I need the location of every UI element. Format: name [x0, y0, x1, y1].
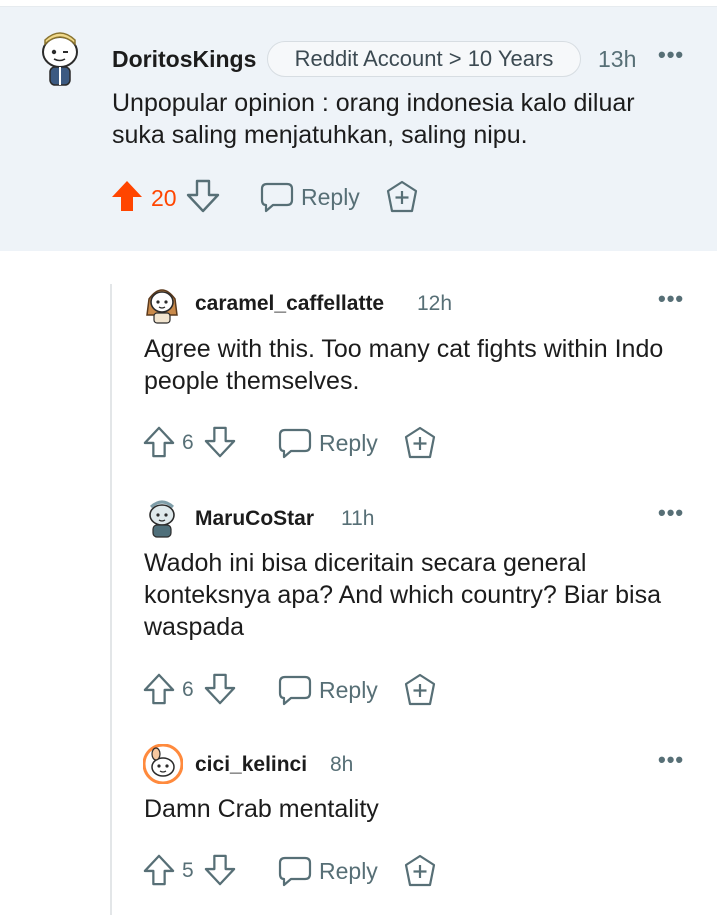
upvote-icon[interactable] [143, 673, 175, 705]
avatar-icon[interactable] [143, 744, 183, 784]
comment-body: Unpopular opinion : orang indonesia kalo… [112, 89, 635, 149]
top-divider [0, 0, 717, 7]
reply-button[interactable]: Reply [278, 671, 388, 711]
downvote-icon[interactable] [204, 673, 236, 705]
reply-label: Reply [301, 184, 360, 210]
vote-score: 5 [182, 859, 194, 882]
award-plus-icon[interactable] [385, 180, 419, 214]
avatar-icon[interactable] [36, 28, 84, 90]
downvote-icon[interactable] [204, 854, 236, 886]
award-plus-icon[interactable] [403, 854, 437, 888]
reply-button[interactable]: Reply [260, 178, 370, 218]
more-options-icon[interactable]: ••• [658, 749, 684, 771]
timestamp[interactable]: 11h [341, 507, 374, 531]
username[interactable]: caramel_caffellatte [195, 292, 384, 316]
user-flair: Reddit Account > 10 Years [267, 41, 581, 77]
username[interactable]: cici_kelinci [195, 753, 307, 777]
comment-body: Wadoh ini bisa diceritain secara general… [144, 549, 661, 641]
username[interactable]: MaruCoStar [195, 507, 314, 531]
comment-body: Agree with this. Too many cat fights wit… [144, 335, 664, 395]
timestamp[interactable]: 13h [598, 46, 636, 73]
reply-button[interactable]: Reply [278, 424, 388, 464]
vote-score: 6 [182, 678, 194, 701]
upvote-icon[interactable] [143, 426, 175, 458]
reply-bubble-icon [278, 428, 312, 459]
avatar-icon[interactable] [143, 497, 181, 539]
reply-label: Reply [319, 430, 378, 456]
more-options-icon[interactable]: ••• [658, 44, 684, 66]
upvote-icon[interactable] [143, 854, 175, 886]
vote-score: 6 [182, 431, 194, 454]
thread-line[interactable] [110, 284, 112, 915]
downvote-icon[interactable] [186, 179, 220, 213]
timestamp[interactable]: 12h [417, 292, 452, 316]
downvote-icon[interactable] [204, 426, 236, 458]
reply-button[interactable]: Reply [278, 852, 388, 892]
comment-body: Damn Crab mentality [144, 795, 379, 823]
reply-bubble-icon [260, 182, 294, 213]
reply-bubble-icon [278, 675, 312, 706]
avatar-icon[interactable] [143, 283, 181, 325]
upvote-icon[interactable] [110, 179, 144, 213]
vote-score: 20 [151, 185, 177, 211]
reply-bubble-icon [278, 856, 312, 887]
award-plus-icon[interactable] [403, 673, 437, 707]
more-options-icon[interactable]: ••• [658, 502, 684, 524]
more-options-icon[interactable]: ••• [658, 288, 684, 310]
username[interactable]: DoritosKings [112, 46, 256, 73]
timestamp[interactable]: 8h [330, 753, 353, 777]
reply-label: Reply [319, 677, 378, 703]
award-plus-icon[interactable] [403, 426, 437, 460]
reply-label: Reply [319, 858, 378, 884]
